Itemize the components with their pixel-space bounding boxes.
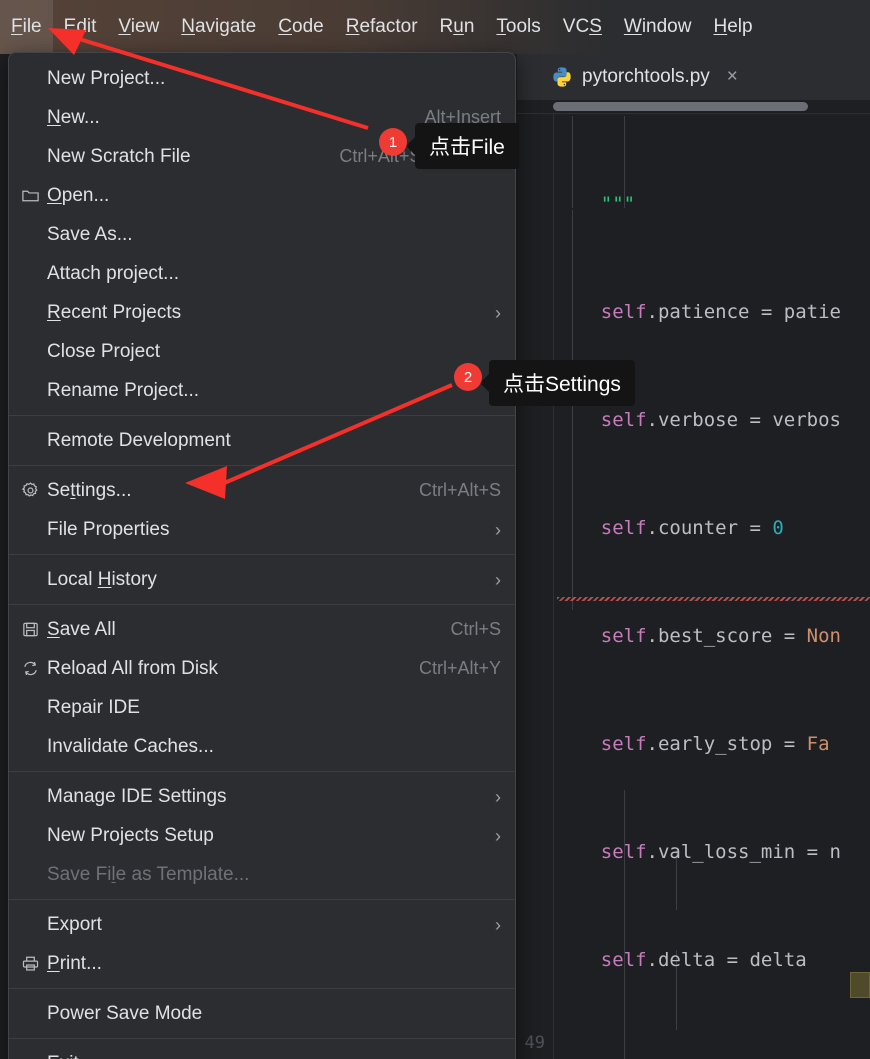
menu-item-repair-ide[interactable]: Repair IDE [9, 688, 515, 727]
menu-item-label: Settings... [47, 480, 399, 502]
menu-item-label: Attach project... [47, 263, 501, 285]
menu-item-new-projects-setup[interactable]: New Projects Setup › [9, 816, 515, 855]
menu-item-save-all[interactable]: Save All Ctrl+S [9, 610, 515, 649]
print-icon [21, 954, 47, 973]
string-highlight [850, 972, 870, 998]
menu-item-open[interactable]: Open... [9, 176, 515, 215]
menu-item-label: Save File as Template... [47, 864, 501, 886]
menu-separator [9, 988, 515, 989]
error-squiggle [557, 597, 870, 601]
menu-item-label: Save As... [47, 224, 501, 246]
gear-icon [21, 481, 47, 500]
code-editor-panel: pytorchtools.py × 49 """ self.patience =… [517, 54, 870, 1059]
menu-item-local-history[interactable]: Local History › [9, 560, 515, 599]
horizontal-scrollbar[interactable] [553, 102, 808, 111]
chevron-right-icon: › [495, 304, 501, 322]
menu-item-label: Reload All from Disk [47, 658, 399, 680]
menu-navigate[interactable]: Navigate [170, 0, 267, 54]
python-file-icon [551, 66, 573, 88]
menu-separator [9, 771, 515, 772]
close-icon[interactable]: × [727, 66, 738, 88]
menu-item-label: New... [47, 107, 404, 129]
menu-help[interactable]: Help [702, 0, 763, 54]
menu-item-label: Exit [47, 1053, 501, 1059]
save-icon [21, 620, 47, 639]
menu-item-label: Rename Project... [47, 380, 501, 402]
menu-item-save-file-as-template[interactable]: Save File as Template... [9, 855, 515, 894]
menu-item-label: File Properties [47, 519, 475, 541]
menu-item-power-save-mode[interactable]: Power Save Mode [9, 994, 515, 1033]
menu-item-invalidate-caches[interactable]: Invalidate Caches... [9, 727, 515, 766]
menu-item-label: Export [47, 914, 475, 936]
menu-item-close-project[interactable]: Close Project [9, 332, 515, 371]
menu-separator [9, 1038, 515, 1039]
chevron-right-icon: › [495, 571, 501, 589]
menu-item-export[interactable]: Export › [9, 905, 515, 944]
menu-item-shortcut: Ctrl+Alt+S [419, 480, 501, 501]
menu-item-reload-all[interactable]: Reload All from Disk Ctrl+Alt+Y [9, 649, 515, 688]
menu-item-label: Print... [47, 953, 501, 975]
menu-item-label: New Project... [47, 68, 501, 90]
source-code: """ self.patience = patie self.verbose =… [555, 114, 841, 1059]
menu-item-label: Open... [47, 185, 501, 207]
menu-item-label: Local History [47, 569, 475, 591]
menu-item-label: Invalidate Caches... [47, 736, 501, 758]
menu-item-print[interactable]: Print... [9, 944, 515, 983]
chevron-right-icon: › [495, 827, 501, 845]
menu-item-label: Recent Projects [47, 302, 475, 324]
menu-item-label: Save All [47, 619, 430, 641]
code-content-area[interactable]: 49 """ self.patience = patie self.verbos… [517, 100, 870, 1059]
step-tooltip-2: 点击Settings [489, 360, 635, 406]
menu-file[interactable]: File [0, 0, 53, 54]
menu-refactor[interactable]: Refactor [335, 0, 429, 54]
line-number: 49 [525, 1033, 545, 1053]
chevron-right-icon: › [495, 916, 501, 934]
menu-separator [9, 899, 515, 900]
menu-edit[interactable]: Edit [53, 0, 108, 54]
menu-item-label: Remote Development [47, 430, 501, 452]
step-badge-1: 1 [379, 128, 407, 156]
menu-separator [9, 554, 515, 555]
menu-item-label: Repair IDE [47, 697, 501, 719]
menu-item-attach-project[interactable]: Attach project... [9, 254, 515, 293]
menu-window[interactable]: Window [613, 0, 703, 54]
menu-item-manage-ide-settings[interactable]: Manage IDE Settings › [9, 777, 515, 816]
menu-item-recent-projects[interactable]: Recent Projects › [9, 293, 515, 332]
menu-item-label: Power Save Mode [47, 1003, 501, 1025]
reload-icon [21, 659, 47, 678]
menu-item-save-as[interactable]: Save As... [9, 215, 515, 254]
menu-separator [9, 465, 515, 466]
main-menu-bar: File Edit View Navigate Code Refactor Ru… [0, 0, 870, 54]
menu-run[interactable]: Run [429, 0, 486, 54]
menu-item-label: New Scratch File [47, 146, 319, 168]
editor-tab-label: pytorchtools.py [582, 66, 710, 88]
step-badge-2: 2 [454, 363, 482, 391]
editor-tab-pytorchtools[interactable]: pytorchtools.py × [551, 54, 738, 100]
menu-separator [9, 604, 515, 605]
menu-item-rename-project[interactable]: Rename Project... [9, 371, 515, 410]
menu-item-label: New Projects Setup [47, 825, 475, 847]
menu-item-label: Close Project [47, 341, 501, 363]
menu-vcs[interactable]: VCS [552, 0, 613, 54]
folder-icon [21, 186, 47, 205]
menu-item-new-project[interactable]: New Project... [9, 59, 515, 98]
menu-tools[interactable]: Tools [485, 0, 551, 54]
menu-item-remote-development[interactable]: Remote Development [9, 421, 515, 460]
menu-item-file-properties[interactable]: File Properties › [9, 510, 515, 549]
chevron-right-icon: › [495, 521, 501, 539]
menu-item-label: Manage IDE Settings [47, 786, 475, 808]
application-window: pytorchtools.py × 49 """ self.patience =… [0, 0, 870, 1059]
line-number-gutter: 49 [517, 114, 554, 1059]
menu-view[interactable]: View [107, 0, 170, 54]
file-menu-dropdown: New Project...New...Alt+InsertNew Scratc… [8, 52, 516, 1059]
chevron-right-icon: › [495, 788, 501, 806]
menu-item-settings[interactable]: Settings... Ctrl+Alt+S [9, 471, 515, 510]
menu-separator [9, 415, 515, 416]
menu-item-shortcut: Ctrl+S [450, 619, 501, 640]
step-tooltip-1: 点击File [415, 123, 519, 169]
menu-item-exit[interactable]: Exit [9, 1044, 515, 1059]
editor-tab-strip: pytorchtools.py × [517, 54, 870, 100]
menu-item-shortcut: Ctrl+Alt+Y [419, 658, 501, 679]
menu-code[interactable]: Code [267, 0, 334, 54]
